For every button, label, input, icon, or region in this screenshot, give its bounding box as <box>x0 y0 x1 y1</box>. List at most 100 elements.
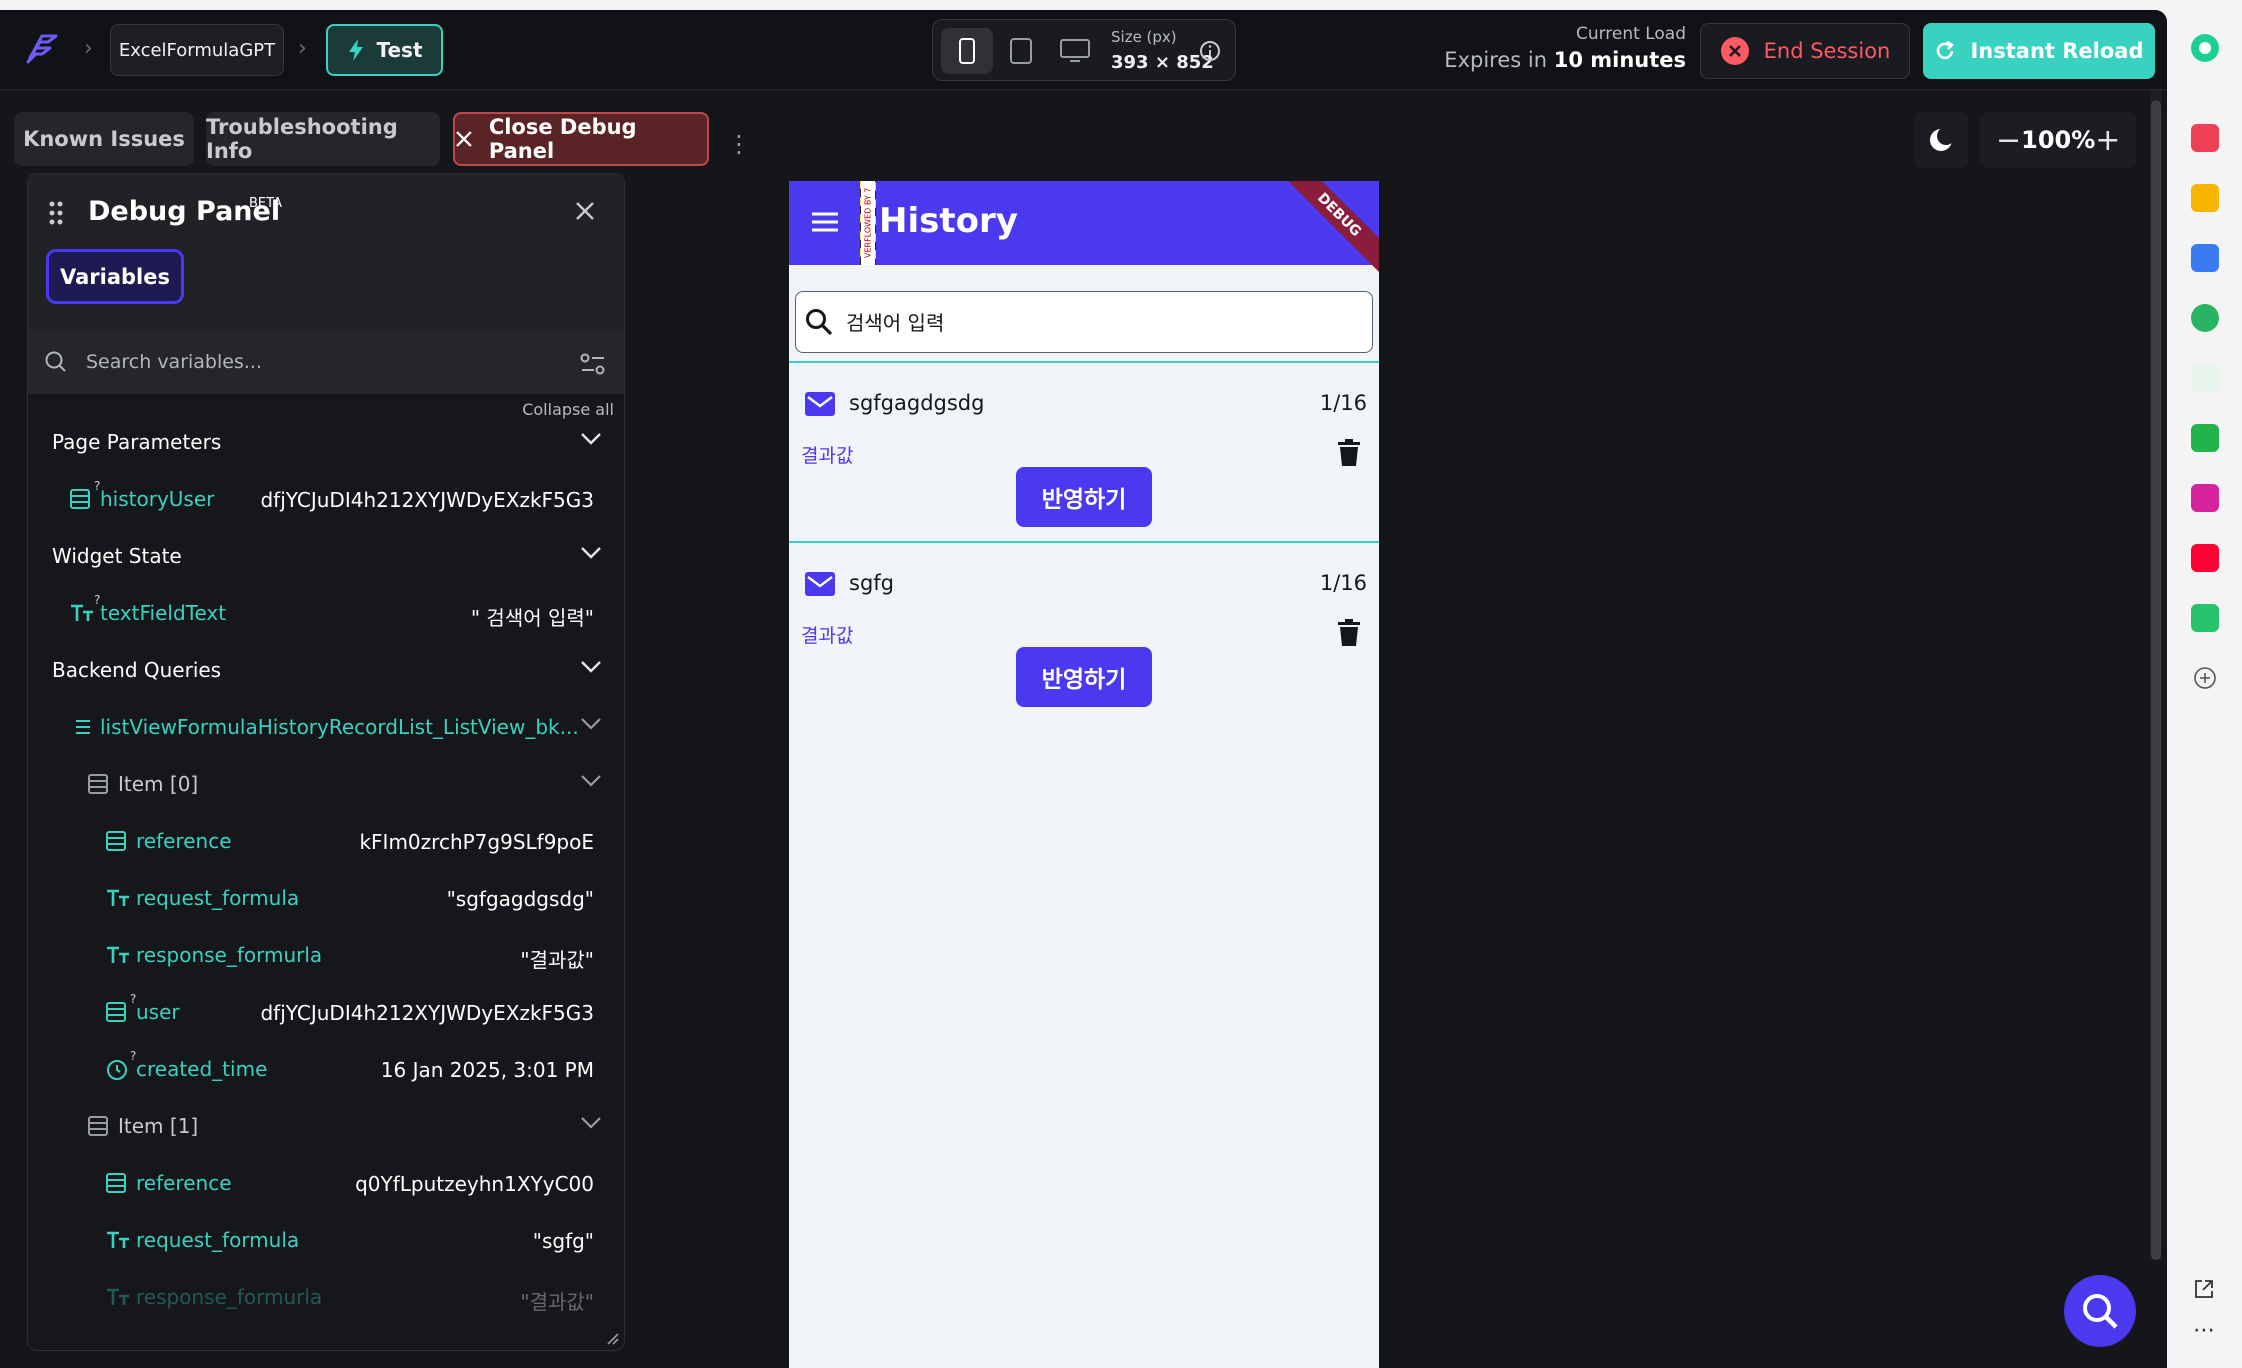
variable-row[interactable]: ? textFieldText " 검색어 입력" <box>28 585 624 642</box>
query-row[interactable]: listViewFormulaHistoryRecordList_ListVie… <box>28 699 624 756</box>
instant-reload-button[interactable]: Instant Reload <box>1923 23 2155 79</box>
close-icon[interactable] <box>574 200 596 222</box>
app-search-field[interactable] <box>795 291 1373 353</box>
more-horiz-icon[interactable]: ⋯ <box>2193 1318 2215 1343</box>
stocks-icon[interactable] <box>2191 364 2219 392</box>
tablet-device-button[interactable] <box>995 28 1047 74</box>
zoom-in-button[interactable]: + <box>2095 123 2120 158</box>
phone-icon <box>959 38 975 64</box>
naver-icon[interactable] <box>2191 424 2219 452</box>
field-row[interactable]: ? user dfjYCJuDI4h212XYJWDyEXzkF5G3 <box>28 984 624 1041</box>
variable-row[interactable]: ? historyUser dfjYCJuDI4h212XYJWDyEXzkF5… <box>28 471 624 528</box>
search-variables-input[interactable] <box>86 344 546 380</box>
text-icon <box>107 1288 129 1305</box>
more-vert-icon[interactable]: ⋮ <box>727 130 751 158</box>
field-value: "결과값" <box>520 1290 594 1314</box>
test-label: Test <box>376 38 423 62</box>
theme-toggle-button[interactable] <box>1914 112 1968 168</box>
field-row[interactable]: reference q0YfLputzeyhn1XYyC00 <box>28 1155 624 1212</box>
desktop-device-button[interactable] <box>1049 28 1101 74</box>
debug-panel-header: Debug Panel BETA Variables <box>28 174 624 394</box>
current-load-label: Current Load <box>1575 24 1686 44</box>
close-debug-panel-button[interactable]: Close Debug Panel <box>453 112 709 166</box>
app-bar: VERFLOWED BY 7 History DEBUG <box>789 181 1379 273</box>
field-name: request_formula <box>136 886 300 910</box>
zoom-out-button[interactable]: − <box>1996 123 2021 158</box>
section-label: Widget State <box>52 544 182 568</box>
field-row[interactable]: ? created_time 16 Jan 2025, 3:01 PM <box>28 1041 624 1098</box>
document-icon <box>106 1002 126 1022</box>
variable-value: dfjYCJuDI4h212XYJWDyEXzkF5G3 <box>260 488 594 512</box>
pocket-icon[interactable] <box>2191 124 2219 152</box>
search-icon <box>45 351 66 372</box>
field-value: "sgfgagdgsdg" <box>446 887 594 911</box>
external-link-icon[interactable] <box>2193 1278 2215 1300</box>
browser-side-dock: ⋯ <box>2167 0 2242 1368</box>
secondary-toolbar: Known Issues Troubleshooting Info Close … <box>0 90 2167 180</box>
webtoon-icon[interactable] <box>2191 604 2219 632</box>
history-card[interactable]: sgfgagdgsdg 1/16 결과값 반영하기 <box>789 361 1379 541</box>
history-card[interactable]: sgfg 1/16 결과값 반영하기 <box>789 541 1379 721</box>
youtube-icon[interactable] <box>2191 544 2219 572</box>
overflow-warning-text: VERFLOWED BY 7 <box>861 181 875 265</box>
field-row[interactable]: request_formula "sgfg" <box>28 1212 624 1269</box>
trash-icon[interactable] <box>1337 439 1361 467</box>
item-row[interactable]: Item [0] <box>28 756 624 813</box>
apply-button[interactable]: 반영하기 <box>1016 467 1152 527</box>
flutterflow-logo[interactable] <box>22 28 62 68</box>
field-value: dfjYCJuDI4h212XYJWDyEXzkF5G3 <box>260 1001 594 1025</box>
section-label: Page Parameters <box>52 430 222 454</box>
section-widget-state[interactable]: Widget State <box>28 528 624 585</box>
app-title: History <box>879 201 1018 241</box>
test-mode-chip[interactable]: Test <box>326 24 443 76</box>
card-result: 결과값 <box>801 445 854 467</box>
tools-icon[interactable] <box>2191 244 2219 272</box>
instagram-icon[interactable] <box>2191 484 2219 512</box>
troubleshooting-label: Troubleshooting Info <box>206 115 398 163</box>
apply-label: 반영하기 <box>1041 667 1127 693</box>
trash-icon[interactable] <box>1337 619 1361 647</box>
close-debug-label: Close Debug Panel <box>488 115 637 163</box>
field-name: reference <box>136 1171 232 1195</box>
field-row[interactable]: response_formurla "결과값" <box>28 927 624 984</box>
project-chip[interactable]: ExcelFormulaGPT <box>110 24 284 76</box>
resize-handle-icon[interactable] <box>604 1330 620 1346</box>
search-fab[interactable] <box>2064 1275 2136 1347</box>
card-title: sgfg <box>849 571 894 595</box>
tab-variables[interactable]: Variables <box>46 249 184 304</box>
tab-variables-label: Variables <box>60 264 170 289</box>
known-issues-button[interactable]: Known Issues <box>14 112 194 166</box>
filter-icon[interactable] <box>580 352 606 376</box>
end-session-button[interactable]: End Session <box>1700 23 1910 79</box>
app-search-input[interactable] <box>846 304 1346 342</box>
text-icon <box>107 889 129 906</box>
chevron-down-icon <box>581 1117 601 1129</box>
section-page-parameters[interactable]: Page Parameters <box>28 414 624 471</box>
field-name: response_formurla <box>136 1285 323 1309</box>
card-count: 1/16 <box>1319 571 1367 595</box>
mail-icon <box>805 392 835 416</box>
end-session-label: End Session <box>1763 39 1891 63</box>
drag-icon[interactable] <box>48 200 64 226</box>
item-row[interactable]: Item [1] <box>28 1098 624 1155</box>
close-icon <box>456 131 472 147</box>
add-icon[interactable] <box>2193 666 2217 690</box>
section-backend-queries[interactable]: Backend Queries <box>28 642 624 699</box>
phone-device-button[interactable] <box>941 28 993 74</box>
device-selector: Size (px) 393 × 852 <box>932 19 1236 81</box>
variable-name: textFieldText <box>100 601 227 625</box>
scrollbar-thumb[interactable] <box>2151 100 2161 1260</box>
field-row[interactable]: response_formurla "결과값" <box>28 1269 624 1326</box>
troubleshooting-button[interactable]: Troubleshooting Info <box>206 112 440 166</box>
menu-icon[interactable] <box>811 211 839 233</box>
apply-button[interactable]: 반영하기 <box>1016 647 1152 707</box>
current-load: Current Load Expires in 10 minutes <box>1444 24 1686 72</box>
info-icon[interactable] <box>1199 40 1221 62</box>
field-row[interactable]: reference kFIm0zrchP7g9SLf9poE <box>28 813 624 870</box>
field-row[interactable]: request_formula "sgfgagdgsdg" <box>28 870 624 927</box>
edge-icon[interactable] <box>2191 304 2219 332</box>
tablet-icon <box>1010 38 1032 64</box>
favorites-icon[interactable] <box>2191 184 2219 212</box>
copilot-icon[interactable] <box>2189 32 2221 64</box>
field-name: request_formula <box>136 1228 300 1252</box>
